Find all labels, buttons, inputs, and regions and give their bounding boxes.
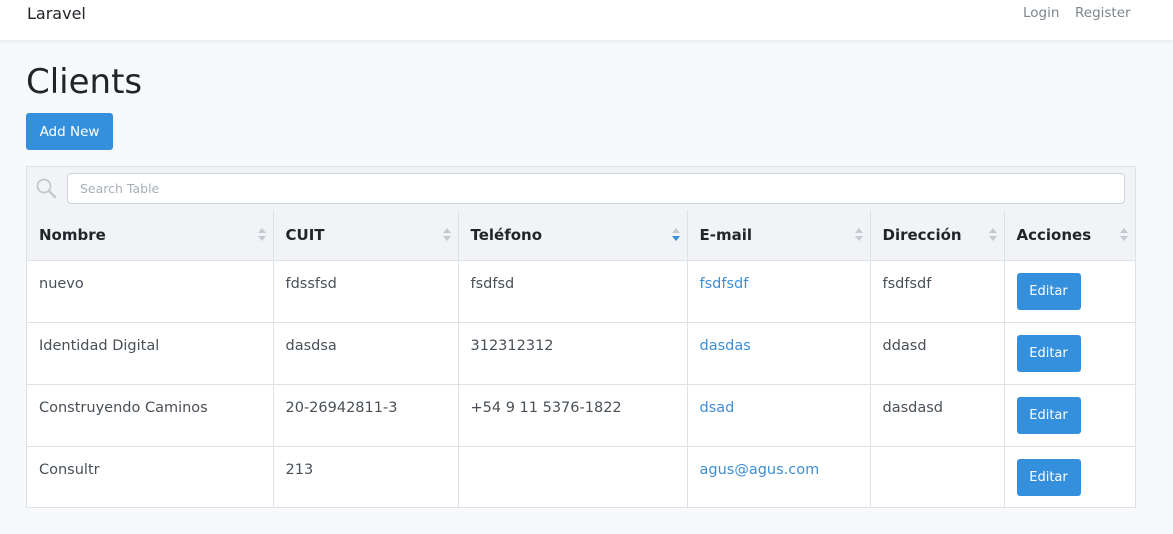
cell-direccion: ddasd [870, 322, 1005, 385]
sort-icon [257, 228, 266, 242]
email-link[interactable]: fsdfsdf [700, 276, 749, 292]
cell-nombre: nuevo [27, 260, 274, 323]
sort-icon [854, 228, 863, 242]
column-header-label: Dirección [882, 225, 962, 244]
edit-button[interactable]: Editar [1016, 458, 1081, 496]
sort-icon [442, 228, 451, 242]
column-header-label: CUIT [285, 225, 325, 244]
cell-acciones: Editar [1004, 322, 1135, 385]
add-new-button[interactable]: Add New [26, 113, 113, 150]
cell-acciones: Editar [1004, 384, 1135, 447]
page-title: Clients [26, 62, 143, 102]
brand-link[interactable]: Laravel [27, 4, 86, 23]
column-header-nombre[interactable]: Nombre [27, 210, 274, 261]
top-navbar: Laravel Login Register [0, 0, 1173, 40]
sort-descending-icon [671, 228, 680, 242]
column-header-acciones[interactable]: Acciones [1004, 210, 1135, 261]
table-header-row: Nombre CUIT Teléfono E-mail Dirección Ac… [27, 210, 1135, 261]
sort-icon [1120, 228, 1128, 242]
table-row: Identidad Digital dasdsa 312312312 dasda… [27, 322, 1135, 385]
cell-acciones: Editar [1004, 446, 1135, 508]
column-header-label: Acciones [1016, 225, 1092, 244]
cell-nombre: Identidad Digital [27, 322, 274, 385]
column-header-label: E-mail [699, 225, 753, 244]
email-link[interactable]: dsad [700, 400, 735, 416]
column-header-label: Teléfono [470, 225, 543, 244]
search-table-input[interactable] [67, 173, 1125, 204]
table-row: nuevo fdssfsd fsdfsd fsdfsdf fsdfsdf Edi… [27, 260, 1135, 323]
email-link[interactable]: agus@agus.com [700, 462, 820, 478]
column-header-email[interactable]: E-mail [687, 210, 871, 261]
table-row: Consultr 213 agus@agus.com Editar [27, 446, 1135, 508]
edit-button[interactable]: Editar [1016, 396, 1081, 434]
cell-nombre: Construyendo Caminos [27, 384, 274, 447]
cell-direccion [870, 446, 1005, 508]
cell-email: agus@agus.com [687, 446, 871, 508]
email-link[interactable]: dasdas [700, 338, 751, 354]
login-link[interactable]: Login [1023, 5, 1059, 21]
cell-telefono: +54 9 11 5376-1822 [458, 384, 688, 447]
edit-button[interactable]: Editar [1016, 334, 1081, 372]
cell-nombre: Consultr [27, 446, 274, 508]
cell-cuit: 20-26942811-3 [273, 384, 459, 447]
cell-telefono: fsdfsd [458, 260, 688, 323]
column-header-direccion[interactable]: Dirección [870, 210, 1005, 261]
cell-acciones: Editar [1004, 260, 1135, 323]
table-row: Construyendo Caminos 20-26942811-3 +54 9… [27, 384, 1135, 447]
column-header-telefono[interactable]: Teléfono [458, 210, 688, 261]
cell-cuit: 213 [273, 446, 459, 508]
cell-telefono [458, 446, 688, 508]
column-header-label: Nombre [39, 225, 106, 244]
search-icon [36, 178, 57, 199]
register-link[interactable]: Register [1075, 5, 1131, 21]
clients-table: Nombre CUIT Teléfono E-mail Dirección Ac… [27, 210, 1135, 508]
cell-telefono: 312312312 [458, 322, 688, 385]
cell-email: dasdas [687, 322, 871, 385]
cell-cuit: dasdsa [273, 322, 459, 385]
cell-direccion: dasdasd [870, 384, 1005, 447]
cell-email: dsad [687, 384, 871, 447]
sort-icon [988, 228, 997, 242]
cell-email: fsdfsdf [687, 260, 871, 323]
cell-cuit: fdssfsd [273, 260, 459, 323]
table-search-bar [27, 167, 1135, 211]
column-header-cuit[interactable]: CUIT [273, 210, 459, 261]
edit-button[interactable]: Editar [1016, 272, 1081, 310]
cell-direccion: fsdfsdf [870, 260, 1005, 323]
clients-table-container: Nombre CUIT Teléfono E-mail Dirección [26, 166, 1136, 508]
